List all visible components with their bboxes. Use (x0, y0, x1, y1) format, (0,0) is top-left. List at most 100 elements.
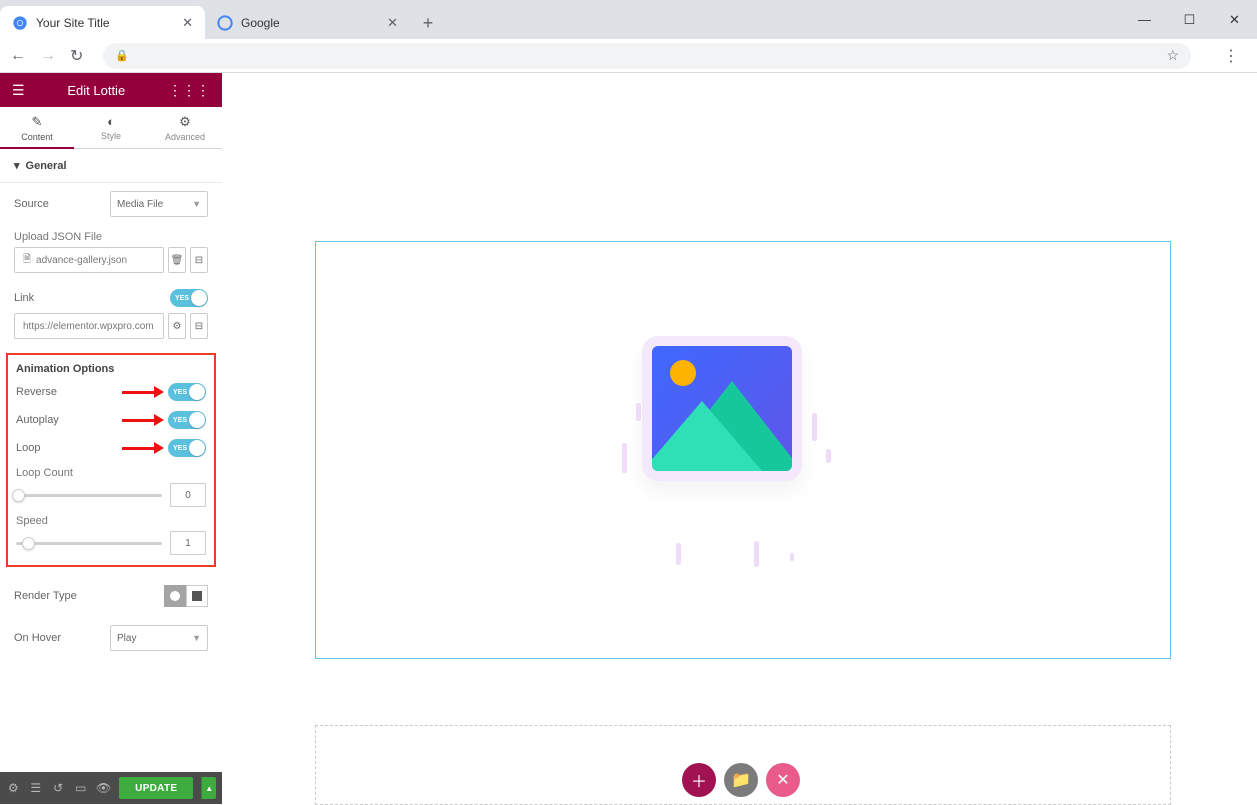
forward-button[interactable]: → (40, 47, 56, 65)
tab-label: Content (21, 132, 53, 142)
loop-count-label: Loop Count (16, 467, 206, 481)
render-type-row: Render Type (0, 575, 222, 617)
loop-count-row (16, 481, 206, 515)
source-select[interactable]: Media File ▼ (110, 191, 208, 217)
sparkle-decoration (622, 443, 627, 473)
preview-icon[interactable]: 👁 (96, 781, 111, 795)
loop-count-input[interactable] (170, 483, 206, 507)
add-section-button[interactable]: ＋ (682, 763, 716, 797)
tab-title: Google (241, 16, 280, 30)
sidebar-tabs: ✎ Content ◐ Style ⚙ Advanced (0, 107, 222, 149)
reload-button[interactable]: ↻ (70, 46, 83, 66)
upload-label: Upload JSON File (0, 225, 222, 247)
browser-tab-inactive[interactable]: Google ✕ (205, 6, 410, 39)
render-type-options (164, 585, 208, 607)
settings-icon[interactable]: ⚙ (6, 781, 20, 795)
on-hover-label: On Hover (14, 632, 110, 644)
toggle-knob (191, 290, 207, 306)
xpro-button[interactable]: ✕ (766, 763, 800, 797)
on-hover-select[interactable]: Play ▼ (110, 625, 208, 651)
window-minimize-button[interactable]: ― (1122, 0, 1167, 39)
pencil-icon: ✎ (32, 114, 43, 130)
annotation-arrow-icon (122, 443, 162, 453)
link-label: Link (14, 292, 34, 304)
loop-toggle[interactable]: YES (168, 439, 206, 457)
toggle-knob (189, 412, 205, 428)
autoplay-toggle[interactable]: YES (168, 411, 206, 429)
bookmark-star-icon[interactable]: ☆ (1166, 47, 1179, 64)
autoplay-label: Autoplay (16, 414, 116, 426)
window-close-button[interactable]: ✕ (1212, 0, 1257, 39)
link-url-input[interactable]: https://elementor.wpxpro.com (14, 313, 164, 339)
sidebar-title: Edit Lottie (67, 83, 125, 98)
tab-content[interactable]: ✎ Content (0, 107, 74, 148)
delete-file-button[interactable]: 🗑 (168, 247, 186, 273)
sparkle-decoration (826, 449, 831, 463)
lottie-image-icon (652, 346, 792, 471)
render-svg-button[interactable] (164, 585, 186, 607)
row-loop: Loop YES (16, 439, 206, 457)
sparkle-decoration (812, 413, 817, 441)
link-dynamic-button[interactable]: ⊟ (190, 313, 208, 339)
annotation-arrow-icon (122, 415, 162, 425)
omnibox[interactable]: 🔒 ☆ (103, 43, 1191, 69)
circle-icon (170, 591, 180, 601)
select-value: Play (117, 633, 136, 644)
add-template-button[interactable]: 📁 (724, 763, 758, 797)
reverse-toggle[interactable]: YES (168, 383, 206, 401)
close-tab-icon[interactable]: ✕ (182, 15, 193, 31)
render-type-label: Render Type (14, 590, 164, 602)
browser-menu-button[interactable]: ⋮ (1215, 46, 1247, 66)
link-options-button[interactable]: ⚙ (168, 313, 186, 339)
browser-tab-active[interactable]: Your Site Title ✕ (0, 6, 205, 39)
render-canvas-button[interactable] (186, 585, 208, 607)
speed-input[interactable] (170, 531, 206, 555)
close-tab-icon[interactable]: ✕ (387, 15, 398, 31)
history-icon[interactable]: ↺ (51, 781, 65, 795)
chevron-down-icon: ▼ (192, 633, 201, 643)
tab-style[interactable]: ◐ Style (74, 107, 148, 148)
caret-down-icon: ▾ (14, 159, 20, 172)
upload-filename-input[interactable]: 🗎 advance-gallery.json (14, 247, 164, 273)
update-button[interactable]: UPDATE (119, 777, 193, 799)
link-header: Link YES (0, 283, 222, 313)
slider-thumb[interactable] (22, 537, 35, 550)
window-maximize-button[interactable]: ☐ (1167, 0, 1212, 39)
upload-json-row: 🗎 advance-gallery.json 🗑 ⊟ (0, 247, 222, 283)
square-icon (192, 591, 202, 601)
toggle-yes-label: YES (173, 417, 187, 424)
loop-count-slider[interactable] (16, 494, 162, 497)
tab-title: Your Site Title (36, 16, 110, 30)
editor-canvas[interactable]: ＋ 📁 ✕ (222, 73, 1257, 804)
section-title: General (26, 160, 67, 172)
back-button[interactable]: ← (10, 47, 26, 65)
row-autoplay: Autoplay YES (16, 411, 206, 429)
row-reverse: Reverse YES (16, 383, 206, 401)
file-icon: 🗎 (23, 252, 31, 269)
menu-icon[interactable]: ☰ (12, 82, 25, 99)
annotation-arrow-icon (122, 387, 162, 397)
link-toggle[interactable]: YES (170, 289, 208, 307)
widgets-grid-icon[interactable]: ⋮⋮⋮ (168, 82, 210, 99)
chrome-favicon-icon (12, 15, 28, 31)
toggle-yes-label: YES (173, 389, 187, 396)
new-tab-button[interactable]: + (414, 9, 442, 37)
speed-label: Speed (16, 515, 206, 529)
sidebar-header: ☰ Edit Lottie ⋮⋮⋮ (0, 73, 222, 107)
toggle-yes-label: YES (175, 295, 189, 302)
speed-slider[interactable] (16, 542, 162, 545)
section-general[interactable]: ▾ General (0, 149, 222, 183)
toggle-yes-label: YES (173, 445, 187, 452)
lock-icon: 🔒 (115, 49, 129, 62)
slider-thumb[interactable] (12, 489, 25, 502)
dynamic-tags-button[interactable]: ⊟ (190, 247, 208, 273)
sparkle-decoration (676, 543, 681, 565)
update-options-button[interactable]: ▲ (201, 777, 216, 799)
google-favicon-icon (217, 15, 233, 31)
speed-row (16, 529, 206, 555)
on-hover-row: On Hover Play ▼ (0, 617, 222, 659)
navigator-icon[interactable]: ☰ (28, 781, 42, 795)
responsive-icon[interactable]: ▭ (73, 781, 87, 795)
tab-advanced[interactable]: ⚙ Advanced (148, 107, 222, 148)
loop-label: Loop (16, 442, 116, 454)
